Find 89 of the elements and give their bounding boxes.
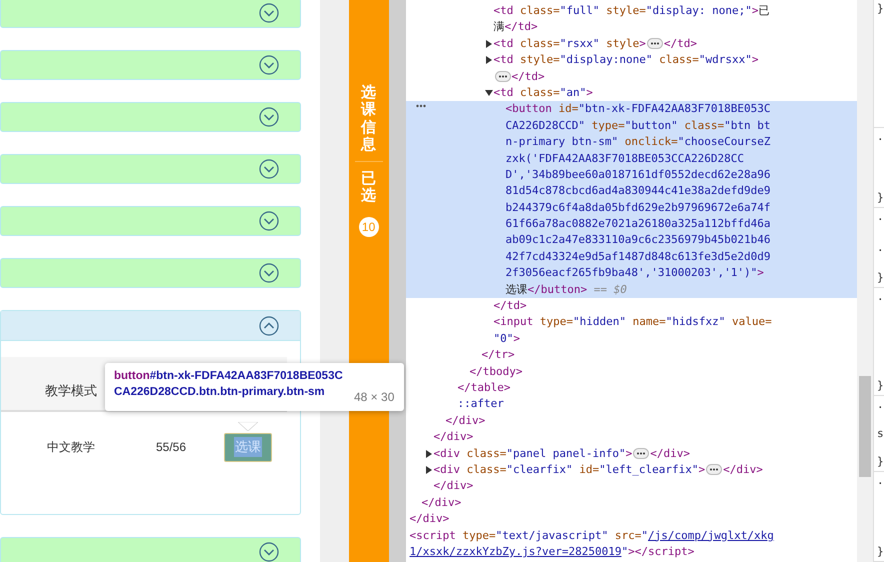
code-line: </tbody> — [470, 364, 523, 378]
triangle-down-icon[interactable] — [484, 88, 493, 97]
chevron-down-icon[interactable] — [259, 55, 279, 75]
dom-node[interactable]: <td style="display:none" class="wdrsxx"> </td> — [406, 52, 858, 85]
dom-node[interactable]: </tr> — [406, 347, 858, 364]
ellipsis-icon[interactable] — [494, 71, 511, 82]
code-line: </div> — [422, 496, 462, 509]
dom-node[interactable]: <script type="text/javascript" src="/js/comp/jwglxt/xkg 1/xsxk/zzxkYzbZy.js?ver=28250019"></script> — [406, 528, 858, 560]
code-fragment: } — [877, 191, 884, 205]
code-line: 1/xsxk/zzxkYzbZy.js?ver=28250019"></script> — [410, 544, 694, 558]
dom-node[interactable]: <td class="rsxx" style> </td> — [406, 36, 858, 52]
code-line: ::after — [458, 397, 504, 410]
dom-node[interactable] — [406, 101, 858, 298]
code-fragment: . — [877, 290, 884, 304]
code-line: <td class="full" style="display: none;">已 — [494, 4, 770, 17]
side-tab-label: 选课信息 — [361, 84, 376, 153]
code-fragment: . — [877, 130, 884, 144]
selected-label: 已选 — [361, 170, 376, 204]
code-line: 42f7cd43324e9d5af1487d848c613fe3d5e2d0d9 — [506, 250, 770, 263]
chevron-down-icon[interactable] — [259, 263, 279, 283]
code-line: 选课</button> == $0 — [506, 282, 627, 296]
column-header: 教学模式 — [45, 382, 97, 400]
chevron-down-icon[interactable] — [259, 159, 279, 179]
code-line: <div class="panel panel-info"> </div> — [434, 446, 690, 460]
chevron-up-icon[interactable] — [259, 316, 279, 336]
code-line: <div class="clearfix" id="left_clearfix"> </div> — [434, 462, 763, 476]
code-line: </table> — [458, 380, 511, 394]
code-line: CA226D28CCD" type="button" class="btn bt — [506, 118, 770, 132]
code-line: </div> — [410, 512, 450, 526]
code-line: </td> — [494, 299, 527, 312]
code-fragment: } — [877, 271, 884, 285]
dom-node[interactable]: <div class="panel panel-info"> </div> — [406, 446, 858, 462]
dom-node[interactable]: ::after — [406, 396, 858, 413]
ellipsis-icon[interactable] — [633, 448, 650, 460]
code-line: </div> — [434, 479, 474, 492]
dom-node[interactable]: </div> — [406, 429, 858, 446]
dom-node[interactable]: </tbody> — [406, 364, 858, 380]
dom-node[interactable]: <div class="clearfix" id="left_clearfix"> </div> — [406, 462, 858, 478]
dom-node[interactable]: </div> — [406, 412, 858, 430]
code-line: <button id="btn-xk-FDFA42AA83F7018BE053C — [506, 102, 770, 116]
tooltip-arrow — [238, 422, 258, 431]
code-line: zxk('FDFA42AA83F7018BE053CCA226D28CC — [506, 152, 744, 165]
chevron-down-icon[interactable] — [259, 107, 279, 127]
code-line: 2f3056eacf265fb9ba48','31000203','1')"> — [506, 266, 764, 280]
code-line: <td style="display:none" class="wdrsxx"> — [494, 53, 758, 66]
code-line: <td class="rsxx" style> </td> — [494, 36, 698, 50]
code-line: "0"> — [494, 332, 520, 345]
dom-node[interactable]: </table> — [406, 380, 858, 396]
dom-node[interactable]: <input type="hidden" name="hidsfxz" value= "0"> — [406, 314, 858, 348]
code-fragment: . — [877, 210, 884, 224]
code-line: </div> — [446, 414, 486, 427]
code-line: D','34b89bee60a0187161df0552decd62e28a96 — [506, 168, 770, 181]
code-fragment: } — [877, 379, 884, 393]
code-fragment: . — [877, 240, 884, 254]
table-cell-text: 55/56 — [154, 439, 188, 456]
code-line: ab09c1c2a47e833110a9c6c2356979b45b021b46 — [506, 233, 770, 246]
code-line: </tr> — [482, 348, 515, 362]
code-line: </div> — [434, 430, 474, 444]
more-dots-icon[interactable] — [416, 104, 426, 108]
ellipsis-icon[interactable] — [706, 464, 722, 476]
dom-node[interactable]: <td class="an"> — [406, 84, 858, 102]
code-fragment: } — [877, 545, 884, 559]
dom-node[interactable]: </div> — [406, 478, 858, 495]
code-fragment: } — [877, 455, 884, 469]
code-line: 满</td> — [494, 20, 538, 34]
code-line: <input type="hidden" name="hidsfxz" value= — [494, 315, 772, 328]
dom-node[interactable]: </td> — [406, 298, 858, 314]
code-line: 61f66a78ac0882e7021a26180a325a112bffd46a — [506, 217, 770, 230]
table-cell-text: 中文教学 — [46, 439, 96, 456]
code-line: n-primary btn-sm" onclick="chooseCourseZ — [506, 135, 770, 148]
element-size: 48 × 30 — [354, 389, 394, 406]
dom-node[interactable]: <td class="full" style="display: none;">已 满</td> — [406, 3, 858, 36]
code-fragment: . — [877, 398, 884, 412]
element-selector: button#btn-xk-FDFA42AA83F7018BE053CCA226D28CCD.btn.btn-primary.btn-sm — [114, 369, 344, 400]
chevron-down-icon[interactable] — [259, 542, 279, 562]
code-line: <script type="text/javascript" src="/js/comp/jwglxt/xkg — [410, 528, 774, 542]
chevron-down-icon[interactable] — [259, 3, 279, 23]
code-fragment: . — [877, 474, 884, 488]
code-line: <td class="an"> — [494, 86, 593, 99]
dom-node[interactable]: </div> — [406, 494, 858, 512]
ellipsis-icon[interactable] — [646, 38, 663, 50]
dom-node[interactable]: </div> — [406, 511, 858, 528]
code-fragment: s — [877, 426, 884, 440]
chevron-down-icon[interactable] — [259, 211, 279, 231]
code-fragment: } — [877, 2, 884, 16]
code-line: b244379c6f4a8da05bfd629e2b97969672e6a74f — [506, 200, 770, 214]
code-line: </td> — [494, 70, 545, 83]
code-line: 81d54c878cbcd6ad4a830944c41e38a2defd9de9 — [506, 184, 770, 198]
scrollbar-thumb[interactable] — [859, 376, 872, 477]
